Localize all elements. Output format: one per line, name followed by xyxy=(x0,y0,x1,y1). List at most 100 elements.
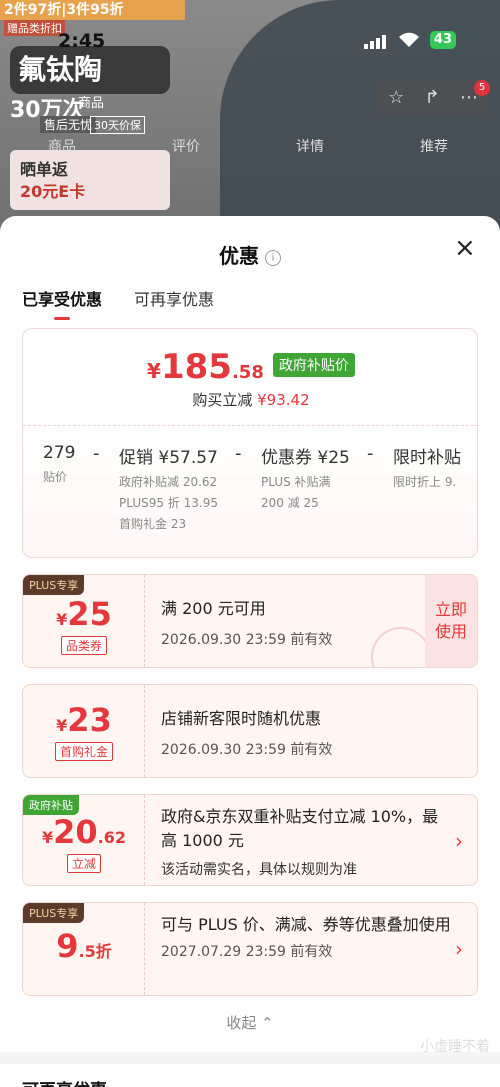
minus-sign: - xyxy=(93,443,100,464)
review-reward-line2: 20元E卡 xyxy=(20,182,86,201)
calc-limit-line: 限时折上 9. xyxy=(393,475,457,489)
calc-promo-line: 政府补贴减 20.62 xyxy=(119,475,218,489)
nav-tab-details[interactable]: 详情 xyxy=(296,136,324,156)
battery-indicator: 43 xyxy=(429,30,456,49)
coupon-card[interactable]: 政府补贴 ¥20.62 立减 政府&京东双重补贴支付立减 10%，最高 1000… xyxy=(22,794,478,886)
minus-sign: - xyxy=(235,443,242,464)
gov-subsidy-tag: 政府补贴价 xyxy=(272,353,355,377)
calc-limit-title: 限时补贴 xyxy=(393,448,461,468)
favorite-icon[interactable]: ☆ xyxy=(388,87,404,108)
nav-tab-goods[interactable]: 商品 xyxy=(48,136,76,156)
use-now-label: 立即使用 xyxy=(434,600,467,641)
coupon-value: 政府补贴 ¥20.62 立减 xyxy=(23,795,145,885)
calc-base-value: 279 xyxy=(43,443,76,463)
chevron-right-icon[interactable]: › xyxy=(455,937,463,961)
coupon-amount: 9.5折 xyxy=(23,927,145,965)
guarantee-tag: 售后无忧 xyxy=(40,116,97,133)
status-icons: 43 xyxy=(363,30,456,49)
price-decimal: .58 xyxy=(231,362,264,383)
final-price: ¥185.58 政府补贴价 xyxy=(23,347,479,387)
collapse-button[interactable]: 收起 ⌃ xyxy=(0,1012,500,1033)
plus-badge: PLUS专享 xyxy=(23,903,85,923)
coupon-type-label: 立减 xyxy=(66,854,101,873)
wifi-icon xyxy=(398,32,420,48)
coupon-amount: ¥23 xyxy=(23,701,145,739)
coupon-type: 首购礼金 xyxy=(23,741,145,761)
price-protect-tag: 30天价保 xyxy=(90,116,145,134)
discount-tabs: 已享受优惠 可再享优惠 xyxy=(22,286,214,320)
sheet-title: 优惠 xyxy=(219,244,259,268)
coupon-value: ¥23 首购礼金 xyxy=(23,685,145,777)
nav-tab-recommend[interactable]: 推荐 xyxy=(420,136,448,156)
reduce-row: 购买立减 ¥93.42 xyxy=(23,389,479,410)
coupon-value: PLUS专享 9.5折 xyxy=(23,903,145,995)
calc-coupon-title: 优惠券 ¥25 xyxy=(261,448,350,468)
coupon-title: 政府&京东双重补贴支付立减 10%，最高 1000 元 xyxy=(161,807,439,850)
amount-value: 20 xyxy=(53,813,98,851)
currency-symbol: ¥ xyxy=(56,610,68,629)
product-image xyxy=(220,0,500,240)
coupon-type-label: 首购礼金 xyxy=(54,742,113,761)
coupon-title: 可与 PLUS 价、满减、券等优惠叠加使用 xyxy=(161,915,451,934)
coupon-card[interactable]: PLUS专享 9.5折 可与 PLUS 价、满减、券等优惠叠加使用 2027.0… xyxy=(22,902,478,996)
coupon-expiry: 2027.07.29 23:59 前有效 xyxy=(161,944,333,960)
coupon-body: 政府&京东双重补贴支付立减 10%，最高 1000 元 该活动需实名，具体以规则… xyxy=(161,805,451,879)
calc-coupon-line: 200 减 25 xyxy=(261,496,319,510)
discount-banner: 2件97折|3件95折 xyxy=(0,0,185,20)
received-stamp-icon xyxy=(371,627,431,667)
plus-badge: PLUS专享 xyxy=(23,575,85,595)
sheet-header: 优惠 i xyxy=(0,240,500,269)
divider xyxy=(23,425,479,426)
calc-promo-line: PLUS95 折 13.95 xyxy=(119,496,218,510)
calc-limit: 限时补贴 限时折上 9. xyxy=(393,443,461,493)
calc-coupon-line: PLUS 补贴满 xyxy=(261,475,331,489)
brand-banner: 氟钛陶 xyxy=(10,46,170,94)
use-now-button[interactable]: 立即使用 xyxy=(425,575,477,667)
price-summary-card: ¥185.58 政府补贴价 购买立减 ¥93.42 279 贴价 - 促销 ¥5… xyxy=(22,328,479,558)
coupon-note: 该活动需实名，具体以规则为准 xyxy=(161,862,357,878)
calc-base-label: 贴价 xyxy=(43,470,68,484)
review-reward-card: 晒单返 20元E卡 xyxy=(10,150,170,210)
tab-enjoyed-discounts[interactable]: 已享受优惠 xyxy=(22,286,102,320)
calc-coupon: 优惠券 ¥25 PLUS 补贴满 200 减 25 xyxy=(261,443,350,514)
chevron-right-icon[interactable]: › xyxy=(455,829,463,853)
section-title-available: 可再享优惠 xyxy=(22,1076,107,1087)
calc-promo-line: 首购礼金 23 xyxy=(119,517,187,531)
currency-symbol: ¥ xyxy=(41,828,54,847)
reduce-amount: ¥93.42 xyxy=(257,391,310,409)
tab-available-discounts[interactable]: 可再享优惠 xyxy=(134,286,214,320)
review-reward-line1: 晒单返 xyxy=(20,160,69,179)
currency-symbol: ¥ xyxy=(56,716,68,735)
signal-icon xyxy=(363,30,388,49)
coupon-body: 可与 PLUS 价、满减、券等优惠叠加使用 2027.07.29 23:59 前… xyxy=(161,913,451,961)
amount-decimal: .62 xyxy=(97,828,126,847)
discount-sheet: 优惠 i × 已享受优惠 可再享优惠 ¥185.58 政府补贴价 购买立减 ¥93… xyxy=(0,216,500,1087)
notification-badge: 5 xyxy=(474,80,490,96)
topbar-actions: ☆ ↱ ⋯ xyxy=(378,80,488,114)
coupon-card: ¥23 首购礼金 店铺新客限时随机优惠 2026.09.30 23:59 前有效 xyxy=(22,684,478,778)
coupon-type: 立减 xyxy=(23,853,145,873)
coupon-amount: ¥20.62 xyxy=(23,813,145,851)
coupon-body: 满 200 元可用 2026.09.30 23:59 前有效 xyxy=(161,597,332,649)
close-icon[interactable]: × xyxy=(454,235,478,261)
coupon-title: 店铺新客限时随机优惠 xyxy=(161,709,322,728)
info-icon[interactable]: i xyxy=(265,250,281,266)
coupon-card: PLUS专享 ¥25 品类券 满 200 元可用 2026.09.30 23:5… xyxy=(22,574,478,668)
coupon-type-label: 品类券 xyxy=(60,636,107,655)
minus-sign: - xyxy=(367,443,374,464)
coupon-expiry: 2026.09.30 23:59 前有效 xyxy=(161,632,333,648)
calc-base: 279 贴价 xyxy=(43,443,75,488)
coupon-type: 品类券 xyxy=(23,635,145,655)
nav-tab-reviews[interactable]: 评价 xyxy=(172,136,200,156)
gov-subsidy-badge: 政府补贴 xyxy=(23,795,79,815)
coupon-amount: ¥25 xyxy=(23,595,145,633)
coupon-title: 满 200 元可用 xyxy=(161,599,266,618)
amount-value: 9 xyxy=(56,927,79,965)
calc-promo: 促销 ¥57.57 政府补贴减 20.62 PLUS95 折 13.95 首购礼… xyxy=(119,443,218,535)
coupon-expiry: 2026.09.30 23:59 前有效 xyxy=(161,742,333,758)
calc-promo-title: 促销 ¥57.57 xyxy=(119,448,218,468)
status-time: 2:45 xyxy=(58,30,106,52)
section-separator xyxy=(0,1052,500,1064)
product-page-background: 2件97折|3件95折 赠品类折扣 氟钛陶 30万次 商品 售后无忧 30天价保… xyxy=(0,0,500,240)
share-icon[interactable]: ↱ xyxy=(425,87,440,108)
